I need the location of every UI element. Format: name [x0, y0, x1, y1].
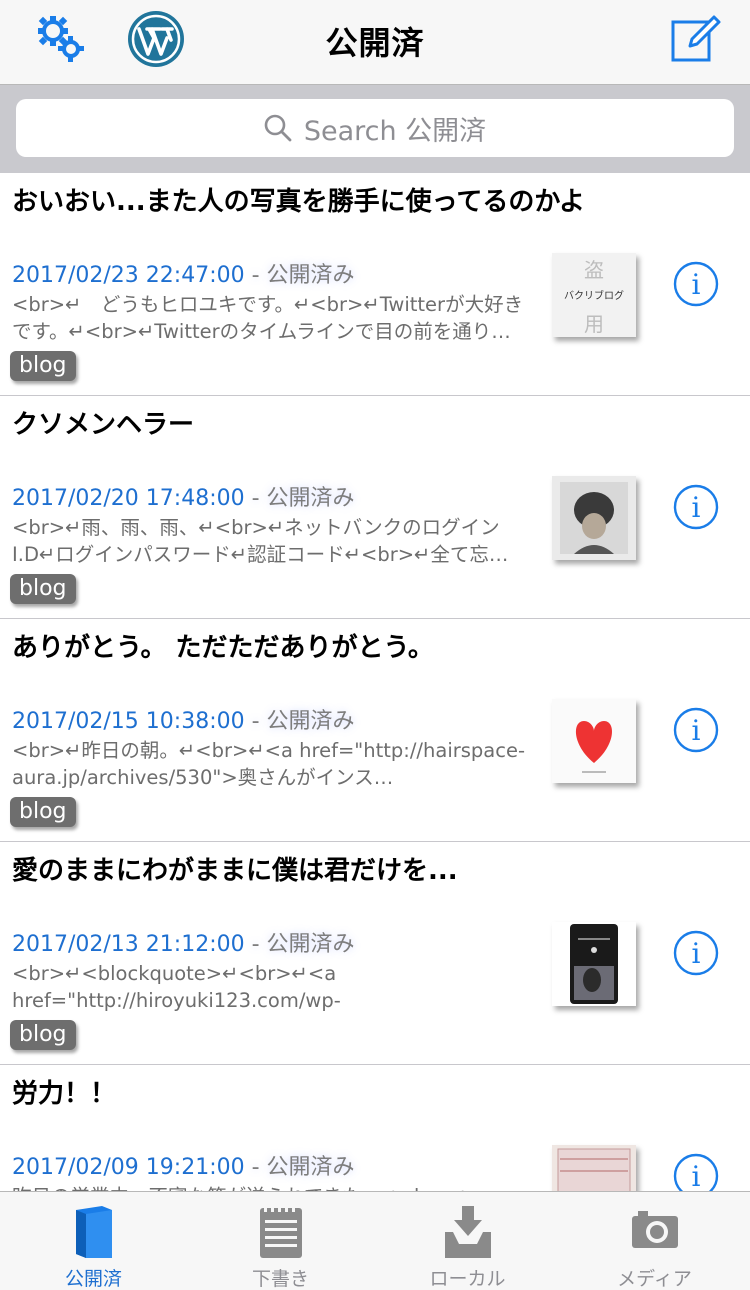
- post-date: 2017/02/23 22:47:00: [12, 263, 245, 288]
- svg-text:i: i: [692, 937, 701, 970]
- tab-media[interactable]: メディア: [561, 1192, 748, 1290]
- post-title: クソメンヘラー: [12, 410, 195, 440]
- search-bar: Search 公開済: [0, 85, 750, 173]
- post-meta: 2017/02/09 19:21:00 - 公開済み: [12, 1149, 355, 1181]
- app-root: 公開済 Search 公開済 おいおい...また人の写真を勝手に使ってるのかよ …: [0, 0, 750, 1290]
- post-thumbnail: [552, 1145, 636, 1191]
- tab-label: ローカル: [429, 1268, 506, 1290]
- tab-label: 公開済: [64, 1268, 122, 1290]
- post-title: おいおい...また人の写真を勝手に使ってるのかよ: [12, 187, 586, 217]
- post-separator: -: [244, 1155, 267, 1180]
- search-icon: [264, 114, 292, 142]
- post-status: 公開済み: [266, 709, 355, 734]
- download-tray-icon: [443, 1204, 493, 1264]
- post-status: 公開済み: [266, 263, 355, 288]
- post-excerpt: 昨日の営業中、不審な箱が送られてきた。↵<br>↵<a: [12, 1183, 542, 1191]
- post-thumbnail: [552, 699, 636, 783]
- tab-local[interactable]: ローカル: [374, 1192, 561, 1290]
- tab-drafts[interactable]: 下書き: [187, 1192, 374, 1290]
- category-tag: blog: [10, 574, 76, 604]
- post-date: 2017/02/13 21:12:00: [12, 932, 245, 957]
- thumbnail-caption: バクリブログ: [564, 289, 624, 302]
- post-excerpt: <br>↵ どうもヒロユキです。↵<br>↵Twitterが大好きです。↵<br…: [12, 293, 524, 343]
- info-icon[interactable]: i: [673, 261, 719, 307]
- svg-text:盗: 盗: [584, 258, 604, 282]
- post-title: 労力！！: [12, 1079, 117, 1109]
- tab-label: 下書き: [251, 1268, 309, 1290]
- post-status: 公開済み: [266, 932, 355, 957]
- post-separator: -: [244, 932, 267, 957]
- tab-published[interactable]: 公開済: [0, 1192, 187, 1290]
- list-item[interactable]: 労力！！ 2017/02/09 19:21:00 - 公開済み 昨日の営業中、不…: [0, 1065, 750, 1191]
- category-tag: blog: [10, 351, 76, 381]
- info-icon[interactable]: i: [673, 484, 719, 530]
- post-thumbnail: [552, 922, 636, 1006]
- list-item[interactable]: 愛のままにわがままに僕は君だけを... 2017/02/13 21:12:00 …: [0, 842, 750, 1065]
- post-meta: 2017/02/13 21:12:00 - 公開済み: [12, 926, 355, 958]
- post-title: 愛のままにわがままに僕は君だけを...: [12, 856, 458, 886]
- post-thumbnail: 盗 用 バクリブログ: [552, 253, 636, 337]
- list-item[interactable]: ありがとう。 ただただありがとう。 2017/02/15 10:38:00 - …: [0, 619, 750, 842]
- svg-text:i: i: [692, 1160, 701, 1191]
- page-title: 公開済: [325, 24, 425, 62]
- post-status: 公開済み: [266, 486, 355, 511]
- svg-text:i: i: [692, 268, 701, 301]
- post-thumbnail: [552, 476, 636, 560]
- category-tag: blog: [10, 797, 76, 827]
- post-separator: -: [244, 486, 267, 511]
- post-separator: -: [244, 263, 267, 288]
- info-icon[interactable]: i: [673, 707, 719, 753]
- notepad-icon: [258, 1204, 304, 1264]
- compose-icon[interactable]: [670, 12, 722, 64]
- list-item[interactable]: クソメンヘラー 2017/02/20 17:48:00 - 公開済み <br>↵…: [0, 396, 750, 619]
- search-placeholder: Search 公開済: [303, 115, 487, 147]
- camera-icon: [630, 1204, 680, 1258]
- tab-bar: 公開済 下書き ローカル メディア: [0, 1191, 750, 1290]
- category-tag: blog: [10, 1020, 76, 1050]
- svg-text:用: 用: [584, 312, 604, 336]
- svg-text:i: i: [692, 714, 701, 747]
- list-item[interactable]: おいおい...また人の写真を勝手に使ってるのかよ 2017/02/23 22:4…: [0, 173, 750, 396]
- post-excerpt: <br>↵<blockquote>↵<br>↵<a href="http://h…: [12, 962, 341, 1012]
- svg-text:i: i: [692, 491, 701, 524]
- post-meta: 2017/02/23 22:47:00 - 公開済み: [12, 257, 355, 289]
- post-excerpt: <br>↵昨日の朝。↵<br>↵<a href="http://hairspac…: [12, 739, 525, 789]
- navigation-bar: 公開済: [0, 0, 750, 85]
- post-meta: 2017/02/15 10:38:00 - 公開済み: [12, 703, 355, 735]
- tab-label: メディア: [617, 1268, 692, 1290]
- info-icon[interactable]: i: [673, 1153, 719, 1191]
- post-date: 2017/02/20 17:48:00: [12, 486, 245, 511]
- post-separator: -: [244, 709, 267, 734]
- book-icon: [72, 1204, 116, 1264]
- post-list[interactable]: おいおい...また人の写真を勝手に使ってるのかよ 2017/02/23 22:4…: [0, 173, 750, 1191]
- post-title: ありがとう。 ただただありがとう。: [12, 633, 434, 663]
- post-excerpt: <br>↵雨、雨、雨、↵<br>↵ネットバンクのログインI.D↵ログインパスワー…: [12, 516, 509, 566]
- post-date: 2017/02/15 10:38:00: [12, 709, 245, 734]
- post-meta: 2017/02/20 17:48:00 - 公開済み: [12, 480, 355, 512]
- post-status: 公開済み: [266, 1155, 355, 1180]
- info-icon[interactable]: i: [673, 930, 719, 976]
- post-date: 2017/02/09 19:21:00: [12, 1155, 245, 1180]
- search-input[interactable]: Search 公開済: [16, 99, 734, 157]
